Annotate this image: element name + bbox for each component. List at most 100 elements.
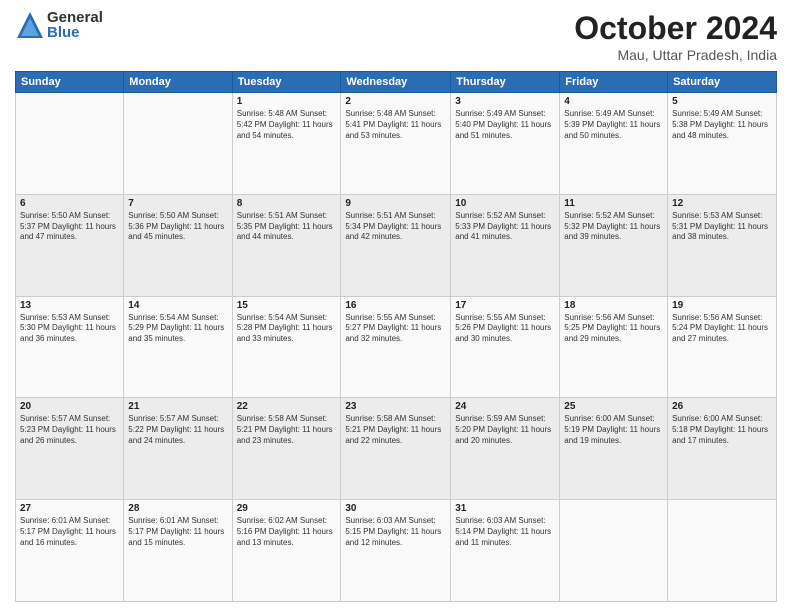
- calendar-body: 1 Sunrise: 5:48 AM Sunset: 5:42 PM Daylig…: [16, 93, 777, 602]
- day-cell: 15 Sunrise: 5:54 AM Sunset: 5:28 PM Dayli…: [232, 296, 341, 398]
- day-cell: 10Sunrise: 5:52 AM Sunset: 5:33 PM Dayli…: [451, 194, 560, 296]
- logo-text: General Blue: [47, 10, 103, 40]
- day-cell: 9Sunrise: 5:51 AM Sunset: 5:34 PM Daylig…: [341, 194, 451, 296]
- day-number: 25: [564, 401, 663, 412]
- day-info: Sunrise: 5:54 AM Sunset: 5:29 PM Dayligh…: [128, 313, 227, 345]
- day-number: 29: [237, 503, 337, 514]
- day-info: Sunrise: 5:51 AM Sunset: 5:35 PM Dayligh…: [237, 211, 337, 243]
- day-info: Sunrise: 6:01 AM Sunset: 5:17 PM Dayligh…: [128, 516, 227, 548]
- day-cell: 27Sunrise: 6:01 AM Sunset: 5:17 PM Dayli…: [16, 500, 124, 602]
- day-number: 8: [237, 198, 337, 209]
- day-number: 27: [20, 503, 119, 514]
- day-number: 12: [672, 198, 772, 209]
- day-info: Sunrise: 5:59 AM Sunset: 5:20 PM Dayligh…: [455, 414, 555, 446]
- day-number: 24: [455, 401, 555, 412]
- day-number: 16: [345, 300, 446, 311]
- day-cell: 1 Sunrise: 5:48 AM Sunset: 5:42 PM Daylig…: [232, 93, 341, 195]
- day-cell: [16, 93, 124, 195]
- calendar-header: Sunday Monday Tuesday Wednesday Thursday…: [16, 72, 777, 93]
- day-number: 22: [237, 401, 337, 412]
- day-info: Sunrise: 6:03 AM Sunset: 5:15 PM Dayligh…: [345, 516, 446, 548]
- week-row-5: 27 Sunrise: 6:01 AM Sunset: 5:17 PM Dayli…: [16, 500, 777, 602]
- day-info: Sunrise: 5:53 AM Sunset: 5:31 PM Dayligh…: [672, 211, 772, 243]
- title-area: October 2024 Mau, Uttar Pradesh, India: [574, 10, 777, 63]
- day-cell: 30 Sunrise: 6:03 AM Sunset: 5:15 PM Dayli…: [341, 500, 451, 602]
- calendar: Sunday Monday Tuesday Wednesday Thursday…: [15, 71, 777, 602]
- day-number: 15: [237, 300, 337, 311]
- day-info: Sunrise: 5:56 AM Sunset: 5:25 PM Dayligh…: [564, 313, 663, 345]
- day-info: Sunrise: 5:56 AM Sunset: 5:24 PM Dayligh…: [672, 313, 772, 345]
- day-cell: [560, 500, 668, 602]
- day-cell: 7Sunrise: 5:50 AM Sunset: 5:36 PM Daylig…: [124, 194, 232, 296]
- day-cell: 19Sunrise: 5:56 AM Sunset: 5:24 PM Dayli…: [668, 296, 777, 398]
- page: General Blue October 2024 Mau, Uttar Pra…: [0, 0, 792, 612]
- week-row-4: 20 Sunrise: 5:57 AM Sunset: 5:23 PM Dayli…: [16, 398, 777, 500]
- day-info: Sunrise: 5:58 AM Sunset: 5:21 PM Dayligh…: [345, 414, 446, 446]
- day-cell: 2Sunrise: 5:48 AM Sunset: 5:41 PM Daylig…: [341, 93, 451, 195]
- day-cell: 12 Sunrise: 5:53 AM Sunset: 5:31 PM Dayli…: [668, 194, 777, 296]
- day-info: Sunrise: 5:53 AM Sunset: 5:30 PM Dayligh…: [20, 313, 119, 345]
- day-number: 10: [455, 198, 555, 209]
- header-tuesday: Tuesday: [232, 72, 341, 93]
- day-cell: 3 Sunrise: 5:49 AM Sunset: 5:40 PM Daylig…: [451, 93, 560, 195]
- day-info: Sunrise: 5:49 AM Sunset: 5:40 PM Dayligh…: [455, 109, 555, 141]
- day-number: 23: [345, 401, 446, 412]
- day-number: 14: [128, 300, 227, 311]
- day-number: 13: [20, 300, 119, 311]
- day-number: 17: [455, 300, 555, 311]
- day-cell: 6Sunrise: 5:50 AM Sunset: 5:37 PM Daylig…: [16, 194, 124, 296]
- header: General Blue October 2024 Mau, Uttar Pra…: [15, 10, 777, 63]
- day-number: 26: [672, 401, 772, 412]
- day-info: Sunrise: 5:55 AM Sunset: 5:26 PM Dayligh…: [455, 313, 555, 345]
- day-info: Sunrise: 5:57 AM Sunset: 5:23 PM Dayligh…: [20, 414, 119, 446]
- day-cell: 11 Sunrise: 5:52 AM Sunset: 5:32 PM Dayli…: [560, 194, 668, 296]
- day-cell: 20 Sunrise: 5:57 AM Sunset: 5:23 PM Dayli…: [16, 398, 124, 500]
- day-info: Sunrise: 6:02 AM Sunset: 5:16 PM Dayligh…: [237, 516, 337, 548]
- location-title: Mau, Uttar Pradesh, India: [574, 47, 777, 63]
- day-number: 30: [345, 503, 446, 514]
- day-cell: [124, 93, 232, 195]
- day-info: Sunrise: 6:00 AM Sunset: 5:19 PM Dayligh…: [564, 414, 663, 446]
- day-info: Sunrise: 5:49 AM Sunset: 5:39 PM Dayligh…: [564, 109, 663, 141]
- day-number: 1: [237, 96, 337, 107]
- logo-blue: Blue: [47, 25, 103, 40]
- day-number: 21: [128, 401, 227, 412]
- day-cell: 29 Sunrise: 6:02 AM Sunset: 5:16 PM Dayli…: [232, 500, 341, 602]
- day-cell: 18Sunrise: 5:56 AM Sunset: 5:25 PM Dayli…: [560, 296, 668, 398]
- day-number: 31: [455, 503, 555, 514]
- day-cell: 31Sunrise: 6:03 AM Sunset: 5:14 PM Dayli…: [451, 500, 560, 602]
- logo-general: General: [47, 10, 103, 25]
- day-info: Sunrise: 5:57 AM Sunset: 5:22 PM Dayligh…: [128, 414, 227, 446]
- day-cell: 16Sunrise: 5:55 AM Sunset: 5:27 PM Dayli…: [341, 296, 451, 398]
- day-cell: 5Sunrise: 5:49 AM Sunset: 5:38 PM Daylig…: [668, 93, 777, 195]
- day-number: 6: [20, 198, 119, 209]
- day-number: 3: [455, 96, 555, 107]
- day-info: Sunrise: 5:52 AM Sunset: 5:32 PM Dayligh…: [564, 211, 663, 243]
- day-cell: 4Sunrise: 5:49 AM Sunset: 5:39 PM Daylig…: [560, 93, 668, 195]
- day-info: Sunrise: 5:48 AM Sunset: 5:42 PM Dayligh…: [237, 109, 337, 141]
- week-row-1: 1 Sunrise: 5:48 AM Sunset: 5:42 PM Daylig…: [16, 93, 777, 195]
- day-cell: 13 Sunrise: 5:53 AM Sunset: 5:30 PM Dayli…: [16, 296, 124, 398]
- day-cell: 26 Sunrise: 6:00 AM Sunset: 5:18 PM Dayli…: [668, 398, 777, 500]
- day-number: 11: [564, 198, 663, 209]
- day-cell: 28 Sunrise: 6:01 AM Sunset: 5:17 PM Dayli…: [124, 500, 232, 602]
- header-monday: Monday: [124, 72, 232, 93]
- day-number: 2: [345, 96, 446, 107]
- day-cell: 14 Sunrise: 5:54 AM Sunset: 5:29 PM Dayli…: [124, 296, 232, 398]
- header-friday: Friday: [560, 72, 668, 93]
- day-cell: 25 Sunrise: 6:00 AM Sunset: 5:19 PM Dayli…: [560, 398, 668, 500]
- day-cell: 8 Sunrise: 5:51 AM Sunset: 5:35 PM Daylig…: [232, 194, 341, 296]
- day-info: Sunrise: 5:54 AM Sunset: 5:28 PM Dayligh…: [237, 313, 337, 345]
- day-cell: 24 Sunrise: 5:59 AM Sunset: 5:20 PM Dayli…: [451, 398, 560, 500]
- day-info: Sunrise: 6:00 AM Sunset: 5:18 PM Dayligh…: [672, 414, 772, 446]
- day-number: 20: [20, 401, 119, 412]
- day-number: 28: [128, 503, 227, 514]
- day-cell: 23 Sunrise: 5:58 AM Sunset: 5:21 PM Dayli…: [341, 398, 451, 500]
- week-row-3: 13 Sunrise: 5:53 AM Sunset: 5:30 PM Dayli…: [16, 296, 777, 398]
- week-row-2: 6Sunrise: 5:50 AM Sunset: 5:37 PM Daylig…: [16, 194, 777, 296]
- month-title: October 2024: [574, 10, 777, 47]
- header-sunday: Sunday: [16, 72, 124, 93]
- day-cell: 22Sunrise: 5:58 AM Sunset: 5:21 PM Dayli…: [232, 398, 341, 500]
- header-wednesday: Wednesday: [341, 72, 451, 93]
- header-saturday: Saturday: [668, 72, 777, 93]
